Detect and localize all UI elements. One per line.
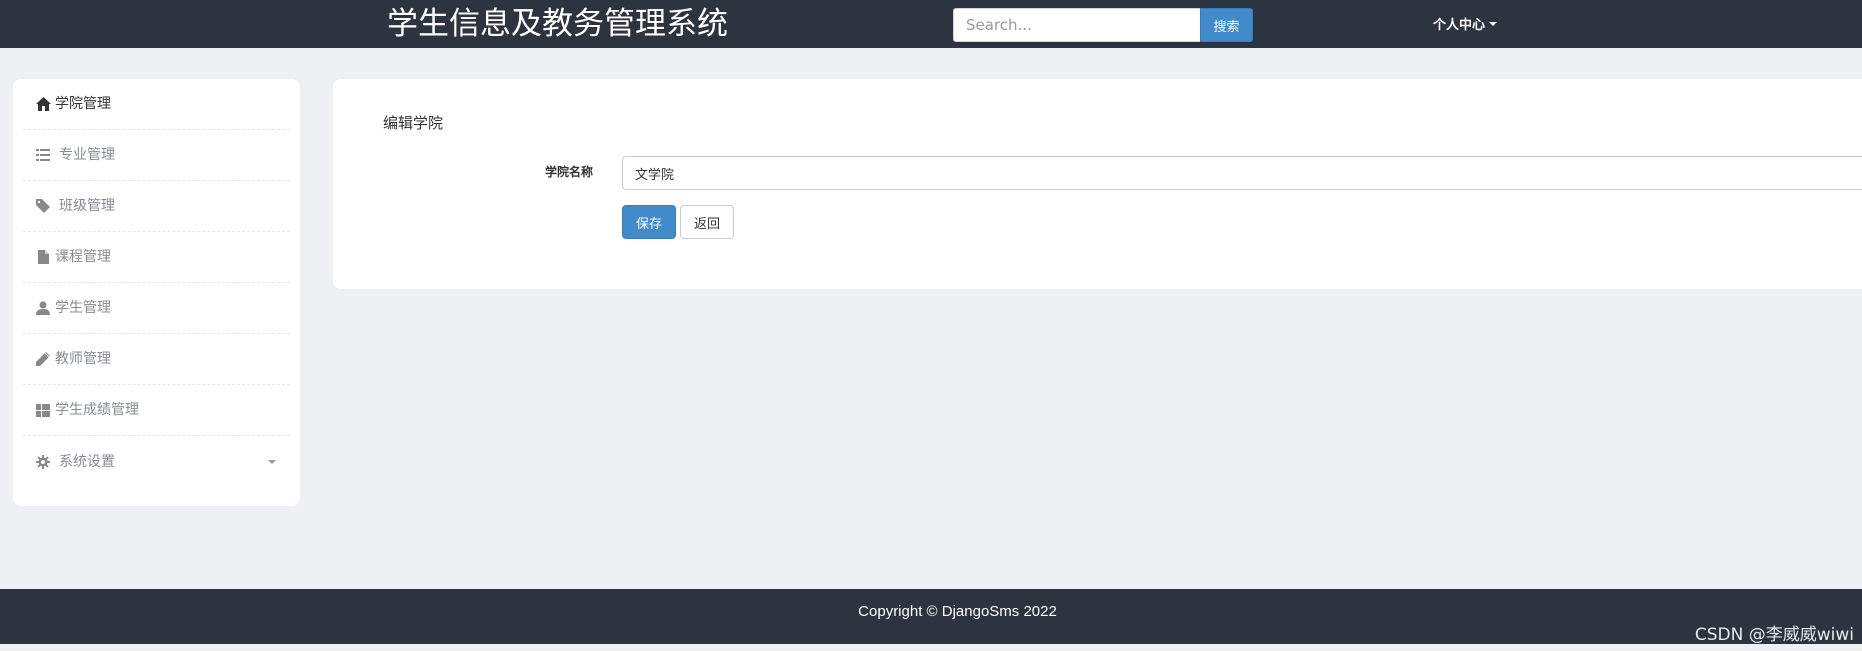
copyright-text: Copyright © DjangoSms 2022 <box>858 603 1057 620</box>
sidebar-item-label: 学院管理 <box>55 96 111 112</box>
user-icon <box>35 300 51 316</box>
sidebar-item-major[interactable]: 专业管理 <box>23 130 290 181</box>
sidebar-item-course[interactable]: 课程管理 <box>23 232 290 283</box>
top-navbar: 学生信息及教务管理系统 搜索 个人中心 <box>0 0 1862 48</box>
chevron-down-icon <box>268 460 276 464</box>
sidebar-item-label: 班级管理 <box>59 198 115 214</box>
sidebar-item-label: 课程管理 <box>55 249 111 265</box>
sidebar-item-grades[interactable]: 学生成绩管理 <box>23 385 290 436</box>
sidebar: 学院管理 专业管理 班级管理 课程管理 学生管理 教师管理 学生成绩管理 系统设… <box>13 79 300 506</box>
grid-icon <box>35 402 51 418</box>
home-icon <box>35 96 51 112</box>
app-title[interactable]: 学生信息及教务管理系统 <box>387 6 728 42</box>
edit-college-panel: 编辑学院 学院名称 保存 返回 <box>333 79 1862 289</box>
search-button[interactable]: 搜索 <box>1200 8 1253 42</box>
back-button[interactable]: 返回 <box>680 205 734 239</box>
sidebar-item-settings[interactable]: 系统设置 <box>23 436 290 487</box>
pencil-icon <box>35 351 51 367</box>
sidebar-item-teacher[interactable]: 教师管理 <box>23 334 290 385</box>
sidebar-item-label: 教师管理 <box>55 351 111 367</box>
user-center-dropdown[interactable]: 个人中心 <box>1433 14 1498 33</box>
save-button[interactable]: 保存 <box>622 205 676 239</box>
caret-down-icon <box>1489 21 1498 26</box>
sidebar-item-class[interactable]: 班级管理 <box>23 181 290 232</box>
file-icon <box>35 249 51 265</box>
sidebar-item-college[interactable]: 学院管理 <box>23 79 290 130</box>
watermark: CSDN @李威威wiwi <box>1694 625 1854 645</box>
college-name-label: 学院名称 <box>545 165 594 179</box>
sidebar-item-label: 专业管理 <box>59 147 115 163</box>
footer: Copyright © DjangoSms 2022 <box>0 589 1862 644</box>
tag-icon <box>35 198 51 214</box>
gear-icon <box>35 454 51 470</box>
user-center-label: 个人中心 <box>1433 18 1486 33</box>
search-input[interactable] <box>953 8 1201 42</box>
sidebar-item-label: 学生管理 <box>55 300 111 316</box>
list-icon <box>35 147 51 163</box>
sidebar-item-label: 学生成绩管理 <box>55 402 139 418</box>
page-title: 编辑学院 <box>383 114 444 132</box>
sidebar-item-student[interactable]: 学生管理 <box>23 283 290 334</box>
sidebar-item-label: 系统设置 <box>59 453 115 470</box>
college-name-input[interactable] <box>622 156 1862 190</box>
